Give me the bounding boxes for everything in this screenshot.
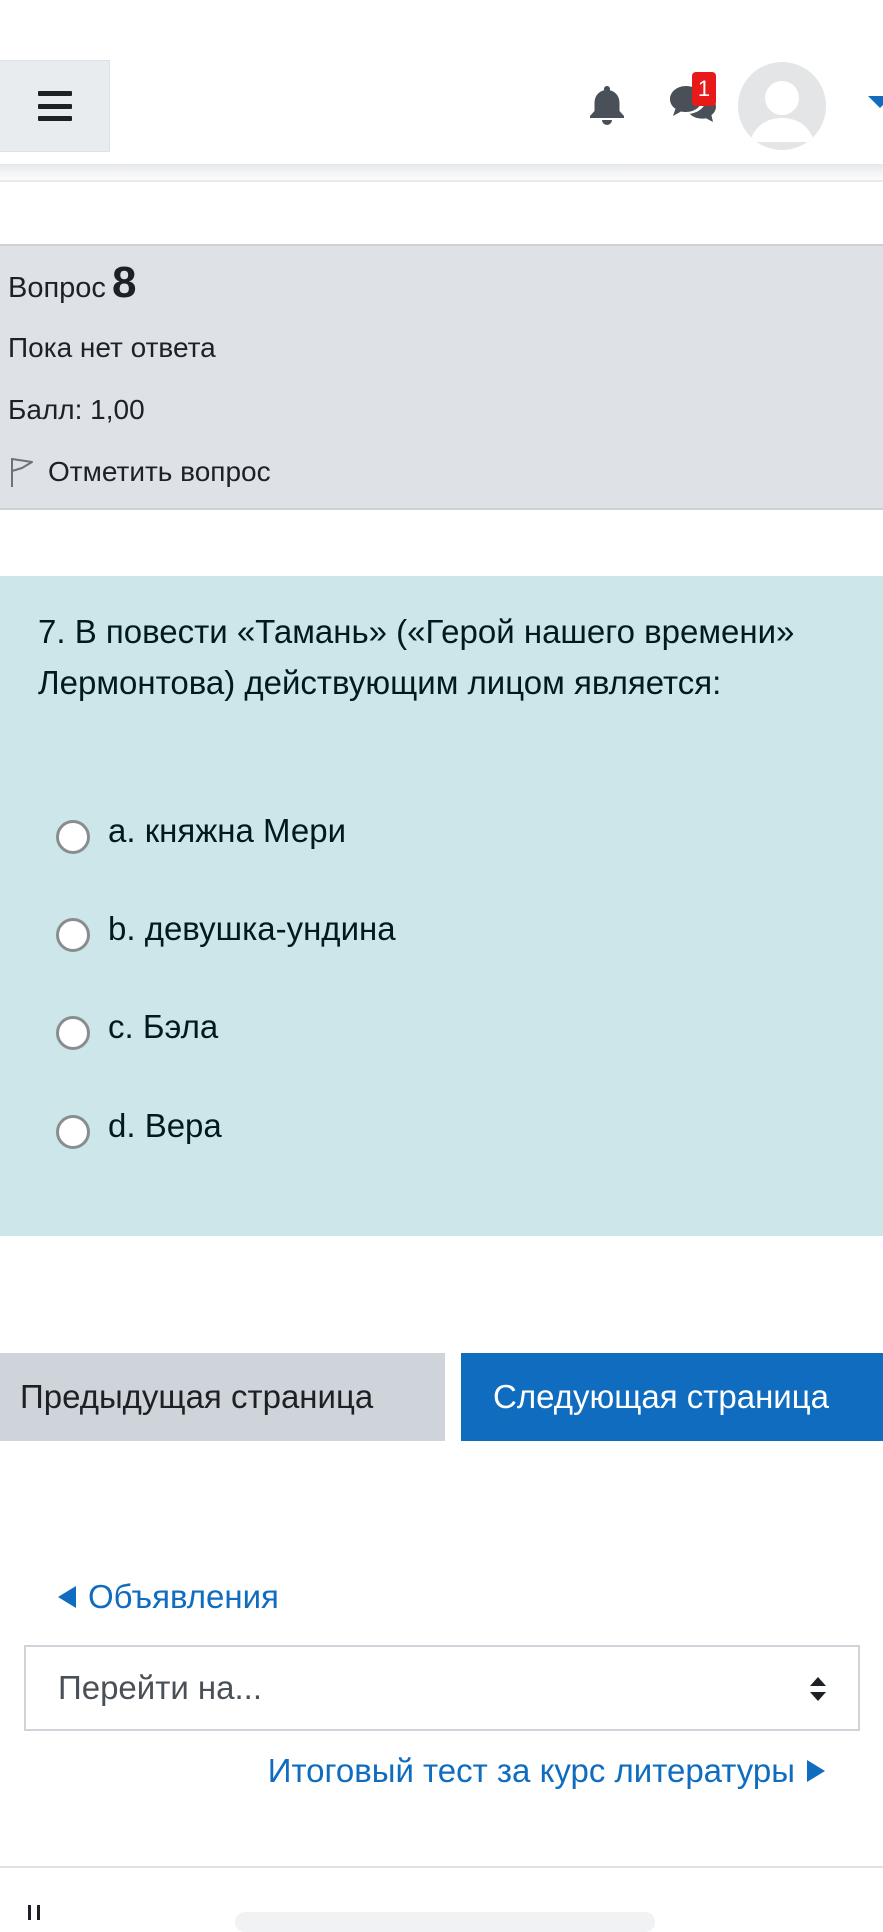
answer-option-b[interactable]: b. девушка-ундина xyxy=(56,910,396,952)
answer-option-d[interactable]: d. Вера xyxy=(56,1107,222,1149)
question-number-label: Вопрос xyxy=(8,272,106,304)
answer-label: b. девушка-ундина xyxy=(108,910,396,947)
divider xyxy=(0,180,883,182)
flag-icon xyxy=(11,458,33,487)
previous-activity-label: Объявления xyxy=(88,1578,279,1615)
answer-label: a. княжна Мери xyxy=(108,812,347,849)
question-content: 7. В повести «Тамань» («Герой нашего вре… xyxy=(0,576,883,1236)
answer-label: c. Бэла xyxy=(108,1008,219,1045)
bell-icon[interactable] xyxy=(585,82,629,126)
flag-question-label: Отметить вопрос xyxy=(48,456,271,487)
previous-page-button[interactable]: Предыдущая страница xyxy=(0,1353,445,1441)
flag-question-toggle[interactable]: Отметить вопрос xyxy=(8,456,271,488)
previous-activity-link[interactable]: Объявления xyxy=(58,1578,279,1616)
answer-radio[interactable] xyxy=(56,918,90,952)
hamburger-menu-button[interactable] xyxy=(0,60,110,152)
question-number-value: 8 xyxy=(111,258,137,307)
select-arrows-icon xyxy=(810,1677,826,1701)
next-activity-link[interactable]: Итоговый тест за курс литературы xyxy=(268,1752,825,1790)
answer-option-c[interactable]: c. Бэла xyxy=(56,1008,219,1050)
question-info: Вопрос 8 Пока нет ответа Балл: 1,00 Отмет… xyxy=(0,244,883,510)
question-text: 7. В повести «Тамань» («Герой нашего вре… xyxy=(38,613,795,701)
next-activity-label: Итоговый тест за курс литературы xyxy=(267,1752,795,1789)
question-number: Вопрос 8 xyxy=(8,258,136,308)
next-page-button[interactable]: Следующая страница xyxy=(461,1353,883,1441)
triangle-left-icon xyxy=(58,1586,76,1608)
answer-option-a[interactable]: a. княжна Мери xyxy=(56,812,347,854)
user-menu-chevron-icon[interactable] xyxy=(868,96,883,108)
footer-pill xyxy=(235,1912,655,1932)
messages-badge: 1 xyxy=(692,72,716,106)
navbar: 1 xyxy=(0,0,883,166)
question-grade: Балл: 1,00 xyxy=(8,394,145,425)
question-state: Пока нет ответа xyxy=(8,332,216,363)
answer-radio[interactable] xyxy=(56,1115,90,1149)
user-avatar-icon[interactable] xyxy=(738,62,826,150)
answer-radio[interactable] xyxy=(56,820,90,854)
triangle-right-icon xyxy=(807,1760,825,1782)
answer-radio[interactable] xyxy=(56,1016,90,1050)
footer-fragment xyxy=(28,1905,40,1920)
hamburger-icon xyxy=(37,91,72,121)
jump-to-select[interactable]: Перейти на... xyxy=(24,1645,860,1731)
jump-to-placeholder: Перейти на... xyxy=(58,1669,263,1706)
answer-label: d. Вера xyxy=(108,1107,222,1144)
